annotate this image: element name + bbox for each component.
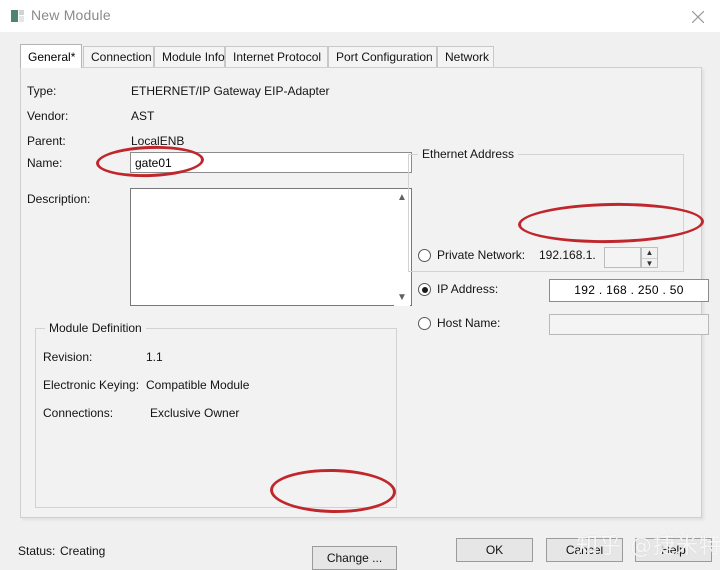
ethernet-address-title: Ethernet Address [418,147,518,161]
tab-network[interactable]: Network [437,46,494,68]
general-tab-panel: Type: ETHERNET/IP Gateway EIP-Adapter Ve… [20,67,702,518]
ip-address-input[interactable]: 192 . 168 . 250 . 50 [549,279,709,302]
status-label: Status: [18,544,55,558]
keying-value: Compatible Module [146,378,249,392]
connections-value: Exclusive Owner [150,406,239,420]
vendor-value: AST [131,109,154,123]
private-network-octet-input[interactable] [604,247,641,268]
module-definition-title: Module Definition [45,321,146,335]
change-button[interactable]: Change ... [312,546,397,570]
module-icon [11,10,24,22]
tab-strip: General* Connection Module Info Internet… [20,46,702,68]
private-network-spinner[interactable]: ▲ ▼ [641,247,658,268]
tab-internet-protocol[interactable]: Internet Protocol [225,46,328,68]
window-title: New Module [31,7,111,23]
type-label: Type: [27,84,56,98]
ok-button[interactable]: OK [456,538,533,562]
vendor-label: Vendor: [27,109,68,123]
title-bar: New Module [0,0,720,32]
radio-ip-address[interactable] [418,283,431,296]
tab-port-configuration[interactable]: Port Configuration [328,46,437,68]
keying-label: Electronic Keying: [43,378,139,392]
cancel-button[interactable]: Cancel [546,538,623,562]
spinner-up-icon[interactable]: ▲ [642,248,657,259]
description-input[interactable]: ▲ ▼ [130,188,412,306]
tab-connection[interactable]: Connection [83,46,154,68]
ip-address-label: IP Address: [437,282,498,296]
private-network-prefix: 192.168.1. [539,248,596,262]
host-name-label: Host Name: [437,316,500,330]
type-value: ETHERNET/IP Gateway EIP-Adapter [131,84,330,98]
tab-module-info[interactable]: Module Info [154,46,225,68]
new-module-dialog: New Module General* Connection Module In… [0,0,720,568]
spinner-down-icon[interactable]: ▼ [642,259,657,269]
tab-general[interactable]: General* [20,44,82,68]
help-button[interactable]: Help [635,538,712,562]
radio-host-name[interactable] [418,317,431,330]
radio-private-network[interactable] [418,249,431,262]
host-name-input[interactable] [549,314,709,335]
revision-label: Revision: [43,350,92,364]
revision-value: 1.1 [146,350,163,364]
status-value: Creating [60,544,105,558]
parent-value: LocalENB [131,134,184,148]
description-label: Description: [27,192,90,206]
connections-label: Connections: [43,406,113,420]
close-icon[interactable] [676,0,720,31]
parent-label: Parent: [27,134,66,148]
name-label: Name: [27,156,62,170]
chevron-down-icon[interactable]: ▼ [394,290,410,306]
name-input[interactable]: gate01 [130,152,412,173]
private-network-label: Private Network: [437,248,525,262]
